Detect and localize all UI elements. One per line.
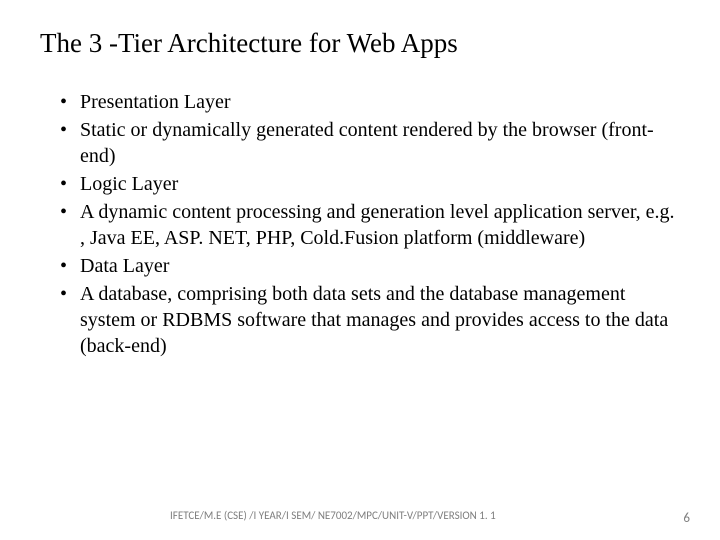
list-item: A dynamic content processing and generat… xyxy=(60,199,680,251)
bullet-list: Presentation Layer Static or dynamically… xyxy=(40,89,680,359)
list-item: Data Layer xyxy=(60,253,680,279)
list-item: Static or dynamically generated content … xyxy=(60,117,680,169)
list-item: Presentation Layer xyxy=(60,89,680,115)
slide: The 3 -Tier Architecture for Web Apps Pr… xyxy=(0,0,720,540)
list-item: Logic Layer xyxy=(60,171,680,197)
list-item: A database, comprising both data sets an… xyxy=(60,281,680,359)
page-number: 6 xyxy=(683,511,690,526)
footer-text: IFETCE/M.E (CSE) /I YEAR/I SEM/ NE7002/M… xyxy=(170,509,496,522)
slide-title: The 3 -Tier Architecture for Web Apps xyxy=(40,28,680,59)
